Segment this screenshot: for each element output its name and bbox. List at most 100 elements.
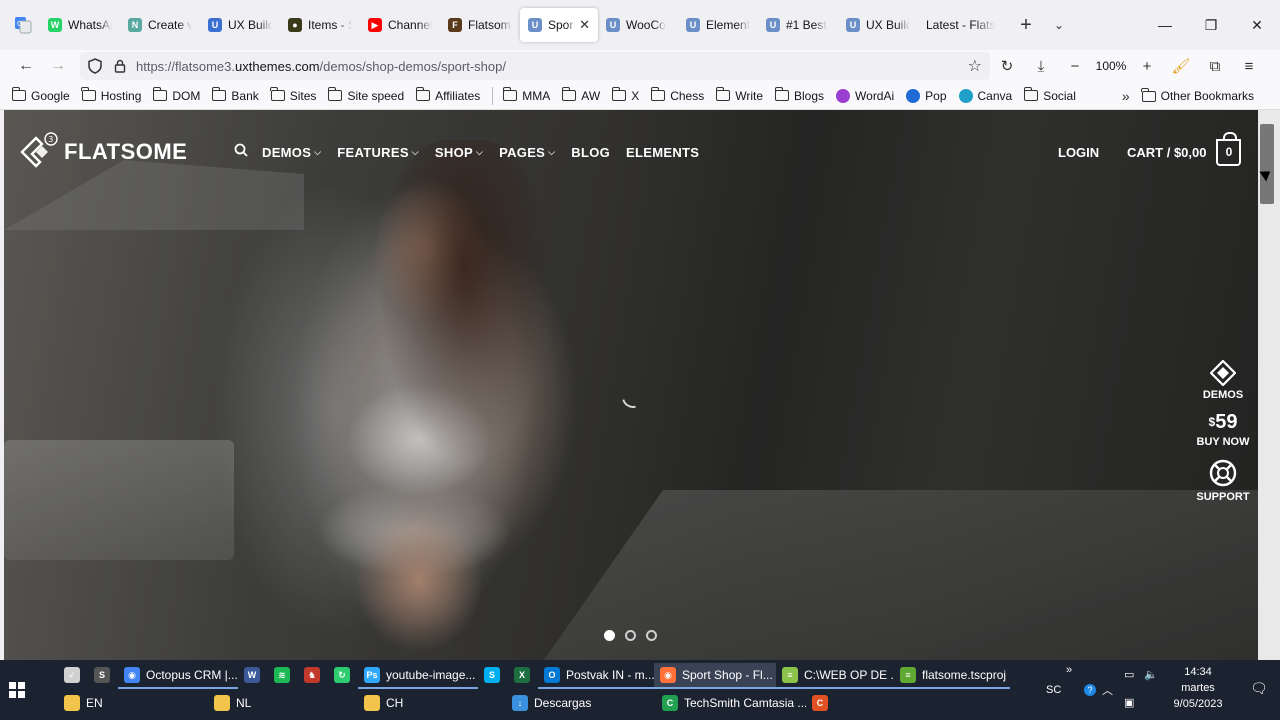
- close-tab-icon[interactable]: ✕: [579, 17, 590, 33]
- taskbar-app-button[interactable]: ◉ Octopus CRM |...: [118, 663, 238, 689]
- zoom-in-icon[interactable]: +: [1130, 52, 1164, 80]
- bookmark-item[interactable]: Site speed: [328, 87, 404, 103]
- close-window-icon[interactable]: ✕: [1234, 0, 1280, 50]
- taskbar-app-button[interactable]: C: [806, 691, 836, 717]
- new-tab-button[interactable]: +: [1008, 8, 1044, 42]
- volume-icon[interactable]: 🔈: [1144, 668, 1158, 681]
- slider-dot[interactable]: [604, 630, 615, 641]
- zoom-level[interactable]: 100%: [1092, 59, 1130, 73]
- notifications-icon[interactable]: 🗨: [1250, 680, 1268, 697]
- browser-tab[interactable]: N Create v: [120, 8, 200, 42]
- nav-item-blog[interactable]: BLOG: [571, 145, 610, 160]
- browser-tab[interactable]: ▶ Channel: [360, 8, 440, 42]
- list-all-tabs-button[interactable]: ⌄: [1044, 8, 1074, 42]
- taskbar-app-button[interactable]: C TechSmith Camtasia ...: [656, 691, 806, 717]
- tray-language[interactable]: SC: [1046, 684, 1061, 696]
- taskbar-app-button[interactable]: W: [238, 663, 268, 689]
- nav-item-elements[interactable]: ELEMENTS: [626, 145, 699, 160]
- bookmark-item[interactable]: WordAi: [836, 88, 894, 103]
- browser-tab[interactable]: U #1 Best: [758, 8, 838, 42]
- reload-icon[interactable]: ↻: [990, 52, 1024, 80]
- browser-tab[interactable]: U UX Build: [200, 8, 280, 42]
- bookmark-item[interactable]: Hosting: [81, 87, 141, 103]
- extensions-puzzle-icon[interactable]: ⧉: [1198, 52, 1232, 80]
- address-bar[interactable]: https://flatsome3.uxthemes.com/demos/sho…: [80, 52, 990, 80]
- taskbar-app-button[interactable]: S: [478, 663, 508, 689]
- browser-tab[interactable]: W WhatsApp: [40, 8, 120, 42]
- bookmark-other[interactable]: Other Bookmarks: [1141, 87, 1254, 103]
- nav-item-shop[interactable]: SHOP ⌵: [435, 145, 483, 160]
- tray-overflow-icon[interactable]: »: [1066, 664, 1072, 676]
- bookmark-item[interactable]: Affiliates: [415, 87, 480, 103]
- bookmark-star-icon[interactable]: ☆: [968, 56, 982, 76]
- bookmark-item[interactable]: Sites: [270, 87, 316, 103]
- bookmark-item[interactable]: MMA: [502, 87, 550, 103]
- taskbar-app-button[interactable]: EN: [58, 691, 208, 717]
- nav-item-features[interactable]: FEATURES ⌵: [337, 145, 419, 160]
- search-icon[interactable]: [234, 143, 248, 162]
- taskbar-app-button[interactable]: X: [508, 663, 538, 689]
- tray-chevron-up-icon[interactable]: ︿: [1102, 682, 1113, 698]
- taskbar-app-button[interactable]: ≋: [268, 663, 298, 689]
- page-scrollbar[interactable]: [1258, 110, 1280, 660]
- tray-window-icon[interactable]: ▣: [1124, 696, 1134, 709]
- slider-dot[interactable]: [646, 630, 657, 641]
- chevron-double-right-icon[interactable]: »: [1122, 88, 1130, 104]
- system-clock[interactable]: 14:34 martes 9/05/2023: [1158, 664, 1238, 712]
- browser-tab[interactable]: U WooCo: [598, 8, 678, 42]
- nav-item-pages[interactable]: PAGES ⌵: [499, 145, 555, 160]
- support-widget-button[interactable]: SUPPORT: [1196, 458, 1250, 503]
- taskbar-app-button[interactable]: ≡ C:\WEB OP DE ...: [776, 663, 894, 689]
- shield-icon[interactable]: [80, 58, 110, 74]
- bookmark-item[interactable]: AW: [561, 87, 600, 103]
- bookmark-item[interactable]: Blogs: [774, 87, 824, 103]
- start-button[interactable]: [0, 660, 34, 720]
- browser-tab[interactable]: F Flatsome: [440, 8, 520, 42]
- bookmark-item[interactable]: DOM: [152, 87, 200, 103]
- taskbar-app-button[interactable]: ↻: [328, 663, 358, 689]
- bookmark-item[interactable]: X: [611, 87, 639, 103]
- nav-item-demos[interactable]: DEMOS ⌵: [262, 145, 321, 160]
- taskbar-app-button[interactable]: Ps youtube-image...: [358, 663, 478, 689]
- site-logo[interactable]: 3 FLATSOME: [18, 130, 187, 174]
- taskbar-app-button[interactable]: CH: [358, 691, 506, 717]
- zoom-out-icon[interactable]: −: [1058, 52, 1092, 80]
- bookmark-item[interactable]: Bank: [211, 87, 259, 103]
- lock-icon[interactable]: [110, 59, 130, 73]
- login-link[interactable]: LOGIN: [1058, 130, 1099, 174]
- browser-tab[interactable]: U Element: [678, 8, 758, 42]
- back-arrow-icon[interactable]: ←: [10, 52, 42, 80]
- scrollbar-thumb[interactable]: [1260, 124, 1274, 204]
- taskbar-app-button[interactable]: NL: [208, 691, 358, 717]
- taskbar-app-button[interactable]: S: [88, 663, 118, 689]
- browser-tab[interactable]: ● Items - S: [280, 8, 360, 42]
- menu-hamburger-icon[interactable]: ≡: [1232, 52, 1266, 80]
- minimize-icon[interactable]: —: [1142, 0, 1188, 50]
- network-icon[interactable]: ▭: [1124, 668, 1134, 681]
- taskbar-app-button[interactable]: ♞: [298, 663, 328, 689]
- demos-widget-button[interactable]: DEMOS: [1203, 360, 1243, 401]
- slider-dot[interactable]: [625, 630, 636, 641]
- google-translate-icon[interactable]: G: [6, 8, 40, 42]
- buy-now-widget-button[interactable]: $59 BUY NOW: [1197, 411, 1250, 448]
- taskbar-app-button[interactable]: ↓ Descargas: [506, 691, 656, 717]
- bookmark-item[interactable]: Google: [11, 87, 70, 103]
- bookmark-item[interactable]: Social: [1023, 87, 1076, 103]
- forward-arrow-icon[interactable]: →: [42, 52, 74, 80]
- download-icon[interactable]: ⤓: [1024, 52, 1058, 80]
- browser-tab[interactable]: U UX Build: [838, 8, 918, 42]
- taskbar-app-button[interactable]: ◉ Sport Shop - Fl...: [654, 663, 776, 689]
- browser-tab[interactable]: U Sport ✕: [520, 8, 598, 42]
- browser-tab[interactable]: Latest - Flats: [918, 8, 1008, 42]
- bookmark-item[interactable]: Canva: [958, 88, 1012, 103]
- taskbar-app-button[interactable]: ≡ flatsome.tscproj: [894, 663, 1010, 689]
- restore-icon[interactable]: ❐: [1188, 0, 1234, 50]
- extension-brush-icon[interactable]: 🖌: [1164, 52, 1198, 80]
- taskbar-app-button[interactable]: ✓: [58, 663, 88, 689]
- cart-link[interactable]: CART / $0,00 0: [1127, 130, 1242, 174]
- bookmark-item[interactable]: Write: [715, 87, 763, 103]
- taskbar-app-button[interactable]: O Postvak IN - m...: [538, 663, 654, 689]
- bookmark-item[interactable]: Pop: [906, 88, 947, 103]
- bookmark-item[interactable]: Chess: [650, 87, 704, 103]
- tray-help-icon[interactable]: ?: [1084, 684, 1096, 696]
